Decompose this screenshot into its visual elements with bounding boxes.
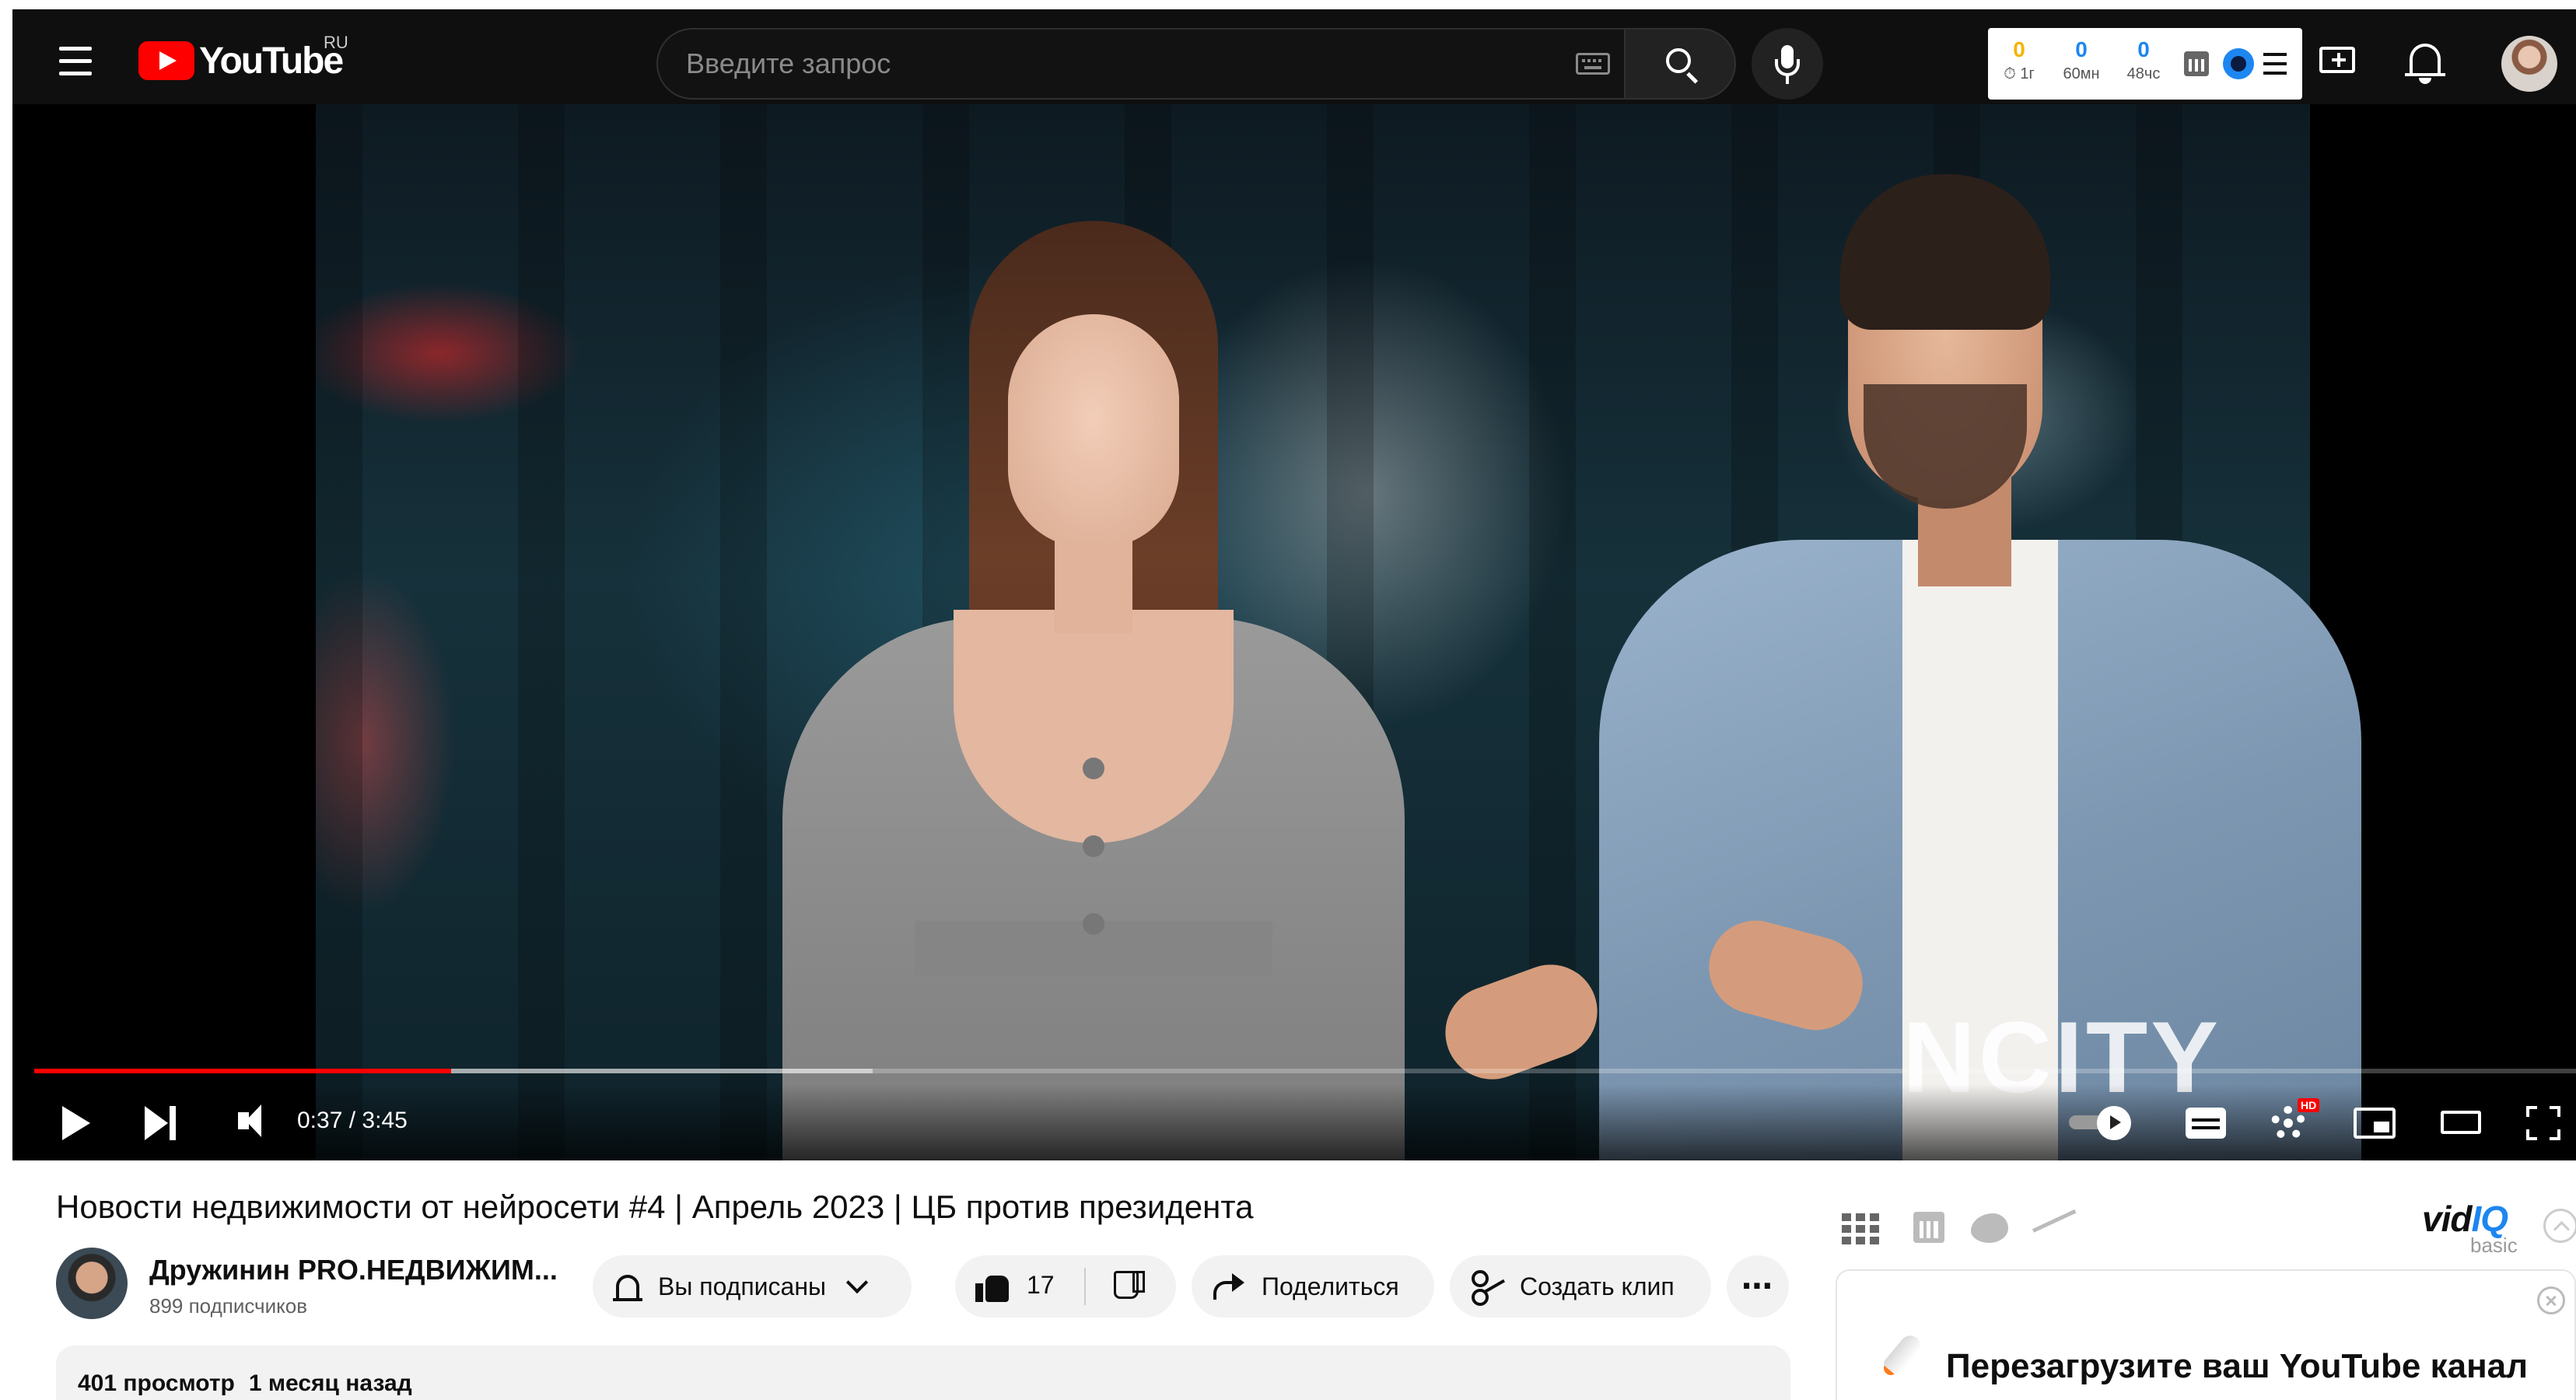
video-title: Новости недвижимости от нейросети #4 | А… bbox=[56, 1188, 1254, 1225]
share-arrow-icon bbox=[1213, 1273, 1244, 1300]
menu-icon[interactable] bbox=[59, 37, 121, 84]
like-dislike-group: 17 bbox=[955, 1255, 1176, 1318]
collapse-icon[interactable] bbox=[2543, 1209, 2576, 1243]
more-icon: ⋯ bbox=[1741, 1269, 1774, 1304]
voice-search-button[interactable] bbox=[1752, 28, 1823, 100]
subscribed-button[interactable]: Вы подписаны bbox=[593, 1255, 912, 1318]
stat-value: 0 bbox=[2075, 37, 2088, 61]
create-video-icon[interactable] bbox=[2319, 47, 2355, 73]
region-code: RU bbox=[324, 33, 348, 52]
more-actions-button[interactable]: ⋯ bbox=[1727, 1255, 1789, 1318]
miniplayer-icon[interactable] bbox=[2354, 1108, 2396, 1139]
bar-chart-icon[interactable] bbox=[1913, 1212, 1944, 1243]
stat-item: 0 60мн bbox=[2050, 37, 2112, 83]
channel-name[interactable]: Дружинин PRO.НЕДВИЖИМ... bbox=[149, 1254, 558, 1286]
stat-value: 0 bbox=[2137, 37, 2150, 61]
scissors-icon bbox=[1472, 1270, 1504, 1303]
keyboard-icon[interactable] bbox=[1576, 53, 1610, 75]
next-video-icon[interactable] bbox=[145, 1106, 176, 1140]
logo-text: YouTube bbox=[199, 40, 344, 82]
youtube-logo[interactable]: YouTube bbox=[138, 37, 344, 84]
chevron-down-icon bbox=[845, 1271, 869, 1294]
stat-label: 48чс bbox=[2126, 65, 2161, 82]
analytics-icon[interactable] bbox=[2184, 51, 2209, 76]
vidiq-plan: basic bbox=[2470, 1234, 2518, 1257]
time-display: 0:37 / 3:45 bbox=[297, 1108, 408, 1133]
stat-item: 0 ⏱ 1г bbox=[1988, 37, 2050, 83]
search-input[interactable] bbox=[686, 30, 1542, 98]
search-button[interactable] bbox=[1624, 28, 1736, 100]
channel-stats-widget[interactable]: 0 ⏱ 1г 0 60мн 0 48чс bbox=[1988, 28, 2302, 100]
description-box[interactable]: 401 просмотр 1 месяц назад bbox=[56, 1346, 1790, 1400]
bell-icon bbox=[613, 1275, 642, 1301]
masthead: YouTube RU 0 ⏱ 1г 0 60мн 0 bbox=[12, 9, 2576, 104]
account-avatar[interactable] bbox=[2501, 36, 2557, 92]
subscribe-label: Вы подписаны bbox=[658, 1272, 826, 1300]
youtube-play-logo-icon bbox=[138, 41, 194, 80]
play-icon[interactable] bbox=[62, 1106, 90, 1140]
rocket-icon bbox=[1881, 1330, 1929, 1378]
player-controls: 0:37 / 3:45 HD bbox=[12, 1084, 2576, 1160]
search-box bbox=[656, 28, 1626, 100]
widget-menu-icon[interactable] bbox=[2263, 53, 2287, 75]
hd-badge: HD bbox=[2298, 1098, 2320, 1112]
upload-date: 1 месяц назад bbox=[248, 1370, 412, 1396]
channel-avatar[interactable] bbox=[56, 1248, 128, 1319]
close-icon[interactable] bbox=[2537, 1286, 2565, 1314]
video-player[interactable]: NCITY 0:37 / 3:45 HD bbox=[12, 104, 2576, 1160]
search-icon bbox=[1666, 48, 1691, 73]
fullscreen-icon[interactable] bbox=[2526, 1106, 2560, 1140]
trending-icon[interactable] bbox=[2033, 1218, 2075, 1241]
played-bar bbox=[34, 1069, 451, 1073]
theater-mode-icon[interactable] bbox=[2441, 1111, 2481, 1134]
thumbs-up-icon[interactable] bbox=[975, 1271, 1010, 1302]
share-label: Поделиться bbox=[1262, 1272, 1399, 1300]
vidiq-logo-vid: vid bbox=[2422, 1199, 2472, 1239]
clip-label: Создать клип bbox=[1520, 1272, 1675, 1300]
stat-label: ⏱ 1г bbox=[2004, 65, 2035, 82]
stat-item: 0 48чс bbox=[2112, 37, 2175, 83]
stat-label: 60мн bbox=[2063, 65, 2100, 82]
like-count[interactable]: 17 bbox=[1027, 1271, 1055, 1300]
promo-headline: Перезагрузите ваш YouTube канал bbox=[1946, 1347, 2529, 1385]
subscriber-count: 899 подписчиков bbox=[149, 1294, 308, 1318]
thumbs-down-icon[interactable] bbox=[1111, 1271, 1145, 1302]
progress-bar[interactable] bbox=[34, 1069, 2576, 1073]
stat-value: 0 bbox=[2013, 37, 2025, 61]
autoplay-toggle[interactable] bbox=[2069, 1106, 2134, 1140]
create-clip-button[interactable]: Создать клип bbox=[1450, 1255, 1711, 1318]
subtitles-icon[interactable] bbox=[2186, 1108, 2226, 1139]
twitter-icon[interactable] bbox=[1971, 1213, 2008, 1243]
view-count: 401 просмотр bbox=[78, 1370, 235, 1396]
view-date-line: 401 просмотр 1 месяц назад bbox=[78, 1370, 426, 1397]
notifications-bell-icon[interactable] bbox=[2405, 44, 2445, 76]
youtube-watch-page: YouTube RU 0 ⏱ 1г 0 60мн 0 bbox=[0, 0, 2576, 1400]
volume-icon[interactable] bbox=[238, 1104, 261, 1137]
vidiq-icon[interactable] bbox=[2223, 48, 2254, 79]
share-button[interactable]: Поделиться bbox=[1192, 1255, 1434, 1318]
grid-icon[interactable] bbox=[1842, 1213, 1879, 1244]
